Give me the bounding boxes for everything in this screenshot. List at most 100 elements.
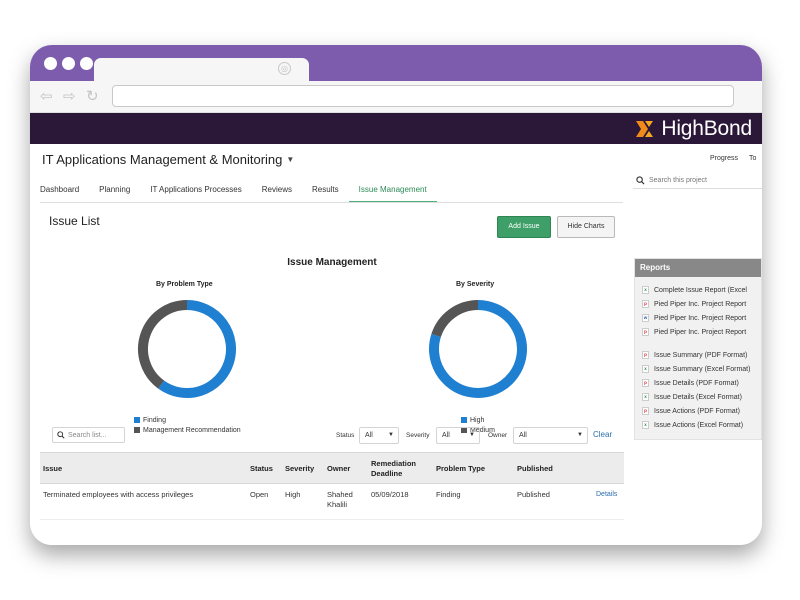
report-item[interactable]: p Issue Actions (PDF Format)	[642, 404, 762, 418]
chevron-down-icon: ▼	[388, 432, 394, 438]
report-item[interactable]: p Pied Piper Inc. Project Report	[642, 325, 762, 339]
legend-swatch	[461, 417, 467, 423]
problem-type-slice-management-recommendation[interactable]	[138, 300, 188, 389]
excel-file-icon: x	[642, 421, 649, 429]
severity-filter-label: Severity	[406, 432, 430, 439]
project-title-text: IT Applications Management & Monitoring	[42, 152, 283, 167]
highbond-logo[interactable]: HighBond	[635, 117, 752, 141]
column-header-issue[interactable]: Issue	[43, 464, 62, 474]
report-label: Pied Piper Inc. Project Report	[654, 314, 747, 322]
report-item[interactable]: p Pied Piper Inc. Project Report	[642, 297, 762, 311]
column-header-severity[interactable]: Severity	[285, 464, 314, 474]
report-item[interactable]: x Issue Details (Excel Format)	[642, 390, 762, 404]
project-title[interactable]: IT Applications Management & Monitoring …	[42, 152, 294, 167]
owner-filter-value: All	[519, 432, 527, 439]
report-label: Issue Actions (PDF Format)	[654, 407, 740, 415]
cell-published: Published	[517, 490, 550, 499]
severity-filter-select[interactable]: All ▼	[436, 427, 480, 444]
column-header-published[interactable]: Published	[517, 464, 553, 474]
owner-filter-select[interactable]: All ▼	[513, 427, 588, 444]
forward-arrow-icon[interactable]: ⇨	[63, 89, 76, 105]
page-title: Issue List	[49, 214, 100, 228]
reports-panel: Reports x Complete Issue Report (Excel p…	[634, 258, 762, 440]
problem-type-donut-chart	[138, 300, 236, 398]
report-label: Complete Issue Report (Excel	[654, 286, 747, 294]
owner-filter-label: Owner	[488, 432, 508, 439]
word-file-icon: w	[642, 314, 649, 322]
pdf-file-icon: p	[642, 379, 649, 387]
table-row[interactable]: Terminated employees with access privile…	[40, 484, 624, 520]
report-item[interactable]: w Pied Piper Inc. Project Report	[642, 311, 762, 325]
column-header-remediation-deadline[interactable]: Remediation Deadline	[371, 459, 426, 479]
cell-status: Open	[250, 490, 269, 499]
status-filter-select[interactable]: All ▼	[359, 427, 399, 444]
cell-issue: Terminated employees with access privile…	[43, 490, 194, 499]
issue-table: Issue Status Severity Owner Remediation …	[40, 452, 624, 520]
cell-owner: Shahed Khalili	[327, 490, 353, 509]
search-list-placeholder: Search list...	[68, 431, 107, 439]
issue-panel: Issue List Add Issue Hide Charts Issue M…	[40, 203, 624, 545]
column-header-status[interactable]: Status	[250, 464, 273, 474]
report-item[interactable]: x Issue Summary (Excel Format)	[642, 362, 762, 376]
report-item[interactable]: x Issue Actions (Excel Format)	[642, 418, 762, 432]
report-item[interactable]: x Complete Issue Report (Excel	[642, 283, 762, 297]
tab-it-applications-processes[interactable]: IT Applications Processes	[150, 180, 241, 203]
browser-tab[interactable]: ◎	[94, 58, 309, 81]
report-label: Pied Piper Inc. Project Report	[654, 328, 747, 336]
brand-header: HighBond	[30, 113, 762, 144]
report-label: Issue Summary (PDF Format)	[654, 351, 748, 359]
tab-reviews[interactable]: Reviews	[262, 180, 292, 203]
legend-label: High	[470, 416, 485, 424]
severity-slice-medium[interactable]	[431, 300, 479, 338]
excel-file-icon: x	[642, 365, 649, 373]
report-label: Issue Actions (Excel Format)	[654, 421, 744, 429]
project-tabs: Dashboard Planning IT Applications Proce…	[40, 180, 457, 203]
legend-item: Finding	[134, 415, 241, 425]
search-list-input[interactable]: Search list...	[52, 427, 125, 443]
cell-deadline: 05/09/2018	[371, 490, 409, 499]
cell-severity: High	[285, 490, 301, 499]
browser-titlebar: ◎	[30, 45, 762, 81]
window-maximize-dot[interactable]	[80, 57, 93, 70]
excel-file-icon: x	[642, 286, 649, 294]
report-item[interactable]: p Issue Summary (PDF Format)	[642, 348, 762, 362]
table-header: Issue Status Severity Owner Remediation …	[40, 452, 624, 484]
url-input[interactable]	[112, 85, 734, 107]
details-link[interactable]: Details	[596, 490, 617, 500]
page-content: IT Applications Management & Monitoring …	[30, 144, 762, 545]
refresh-icon[interactable]: ↻	[86, 89, 99, 105]
report-label: Issue Summary (Excel Format)	[654, 365, 751, 373]
hide-charts-button[interactable]: Hide Charts	[557, 216, 615, 238]
chevron-down-icon: ▼	[286, 155, 295, 164]
pdf-file-icon: p	[642, 351, 649, 359]
legend-swatch	[134, 417, 140, 423]
tab-planning[interactable]: Planning	[99, 180, 130, 203]
report-item[interactable]: p Issue Details (PDF Format)	[642, 376, 762, 390]
window-close-dot[interactable]	[44, 57, 57, 70]
pdf-file-icon: p	[642, 407, 649, 415]
severity-filter-value: All	[442, 432, 450, 439]
progress-link[interactable]: Progress	[710, 155, 738, 162]
reports-list: x Complete Issue Report (Excel p Pied Pi…	[642, 283, 762, 432]
problem-type-slice-finding[interactable]	[158, 300, 236, 398]
clear-filters-link[interactable]: Clear	[593, 430, 612, 439]
pdf-file-icon: p	[642, 300, 649, 308]
reports-title: Reports	[635, 259, 761, 277]
project-search-input[interactable]: Search this project	[633, 172, 762, 189]
chevron-down-icon: ▼	[577, 432, 583, 438]
tab-issue-management[interactable]: Issue Management	[348, 180, 437, 203]
add-issue-button[interactable]: Add Issue	[497, 216, 551, 238]
cell-problem-type: Finding	[436, 490, 461, 499]
status-filter-label: Status	[336, 432, 355, 439]
address-bar-area: ⇦ ⇨ ↻	[30, 81, 762, 113]
back-arrow-icon[interactable]: ⇦	[40, 89, 53, 105]
window-minimize-dot[interactable]	[62, 57, 75, 70]
tab-results[interactable]: Results	[312, 180, 339, 203]
to-link[interactable]: To	[749, 155, 756, 162]
highbond-logo-icon	[636, 121, 654, 137]
tab-dashboard[interactable]: Dashboard	[40, 180, 79, 203]
column-header-problem-type[interactable]: Problem Type	[436, 464, 485, 474]
status-filter-value: All	[365, 432, 373, 439]
column-header-owner[interactable]: Owner	[327, 464, 350, 474]
report-label: Issue Details (Excel Format)	[654, 393, 742, 401]
